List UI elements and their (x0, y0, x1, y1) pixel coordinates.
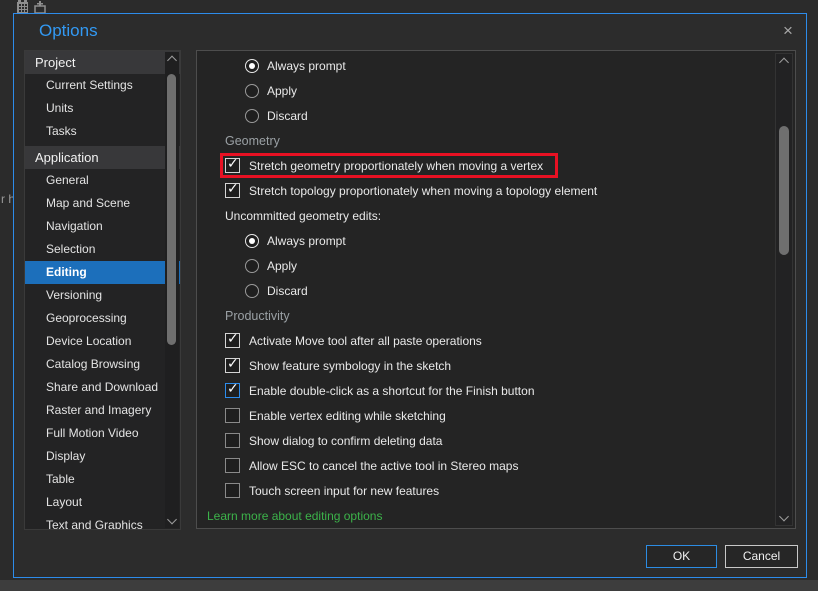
chevron-down-icon[interactable] (167, 514, 177, 525)
section-header-geometry: Geometry (225, 133, 280, 148)
highlight-box: Stretch geometry proportionately when mo… (220, 153, 559, 178)
panel-scrollbar-thumb[interactable] (779, 126, 789, 255)
background-toolbar (16, 0, 47, 13)
sidebar-item-map-and-scene[interactable]: Map and Scene (25, 192, 180, 215)
checkbox-row-allow-esc[interactable]: Allow ESC to cancel the active tool in S… (197, 453, 771, 478)
checkbox-icon[interactable] (225, 483, 240, 498)
background-bottom-strip (0, 580, 818, 591)
panel-scrollbar[interactable] (775, 53, 793, 526)
radio-label: Discard (267, 108, 308, 123)
checkbox-row-show-confirm-dialog[interactable]: Show dialog to confirm deleting data (197, 428, 771, 453)
checkbox-row-activate-move-tool[interactable]: Activate Move tool after all paste opera… (197, 328, 771, 353)
sidebar-item-share-and-download[interactable]: Share and Download (25, 376, 180, 399)
checkbox-label: Stretch geometry proportionately when mo… (249, 158, 544, 173)
sidebar-item-current-settings[interactable]: Current Settings (25, 74, 180, 97)
radio-top-always-prompt[interactable]: Always prompt (197, 53, 771, 78)
checkbox-row-show-feature-symbology[interactable]: Show feature symbology in the sketch (197, 353, 771, 378)
sidebar-item-catalog-browsing[interactable]: Catalog Browsing (25, 353, 180, 376)
radio-icon[interactable] (245, 233, 259, 248)
sidebar-item-table[interactable]: Table (25, 468, 180, 491)
ok-button[interactable]: OK (646, 545, 717, 568)
checkbox-label: Show dialog to confirm deleting data (249, 433, 443, 448)
radio-uncommitted-apply[interactable]: Apply (197, 253, 771, 278)
radio-icon[interactable] (245, 283, 259, 298)
radio-label: Apply (267, 83, 298, 98)
checkbox-row-enable-double-click[interactable]: Enable double-click as a shortcut for th… (197, 378, 771, 403)
checkbox-icon[interactable] (225, 433, 240, 448)
checkbox-row-enable-vertex-editing[interactable]: Enable vertex editing while sketching (197, 403, 771, 428)
sidebar-item-display[interactable]: Display (25, 445, 180, 468)
radio-icon[interactable] (245, 258, 259, 273)
checkbox-label: Allow ESC to cancel the active tool in S… (249, 458, 519, 473)
checkbox-row-stretch-geometry[interactable]: Stretch geometry proportionately when mo… (197, 153, 771, 178)
checkbox-label: Enable double-click as a shortcut for th… (249, 383, 535, 398)
checkbox-row-stretch-topology[interactable]: Stretch topology proportionately when mo… (197, 178, 771, 203)
checkbox-icon[interactable] (225, 181, 240, 198)
sidebar-item-layout[interactable]: Layout (25, 491, 180, 514)
sidebar-item-tasks[interactable]: Tasks (25, 120, 180, 143)
checkbox-label: Touch screen input for new features (249, 483, 440, 498)
sidebar-item-editing[interactable]: Editing (25, 261, 180, 284)
sidebar-scrollbar-thumb[interactable] (167, 74, 176, 345)
learn-more-link[interactable]: Learn more about editing options (207, 509, 382, 523)
checkbox-icon[interactable] (225, 356, 240, 373)
radio-icon[interactable] (245, 58, 259, 73)
close-icon[interactable]: × (777, 20, 799, 42)
sidebar-item-raster-and-imagery[interactable]: Raster and Imagery (25, 399, 180, 422)
dialog-title: Options (39, 21, 98, 40)
checkbox-icon[interactable] (225, 458, 240, 473)
uncommitted-edits-label: Uncommitted geometry edits: (225, 208, 382, 223)
sidebar-scrollbar[interactable] (165, 52, 179, 528)
radio-label: Discard (267, 283, 308, 298)
checkbox-label: Enable vertex editing while sketching (249, 408, 446, 423)
sidebar-item-device-location[interactable]: Device Location (25, 330, 180, 353)
chevron-up-icon[interactable] (779, 57, 789, 68)
checkbox-label: Stretch topology proportionately when mo… (249, 183, 598, 198)
building-grid-icon (17, 0, 28, 13)
checkbox-icon[interactable] (225, 408, 240, 423)
sidebar-item-selection[interactable]: Selection (25, 238, 180, 261)
radio-icon[interactable] (245, 108, 259, 123)
checkbox-icon[interactable] (225, 156, 240, 173)
sidebar-item-versioning[interactable]: Versioning (25, 284, 180, 307)
sidebar-item-navigation[interactable]: Navigation (25, 215, 180, 238)
sidebar-item-full-motion-video[interactable]: Full Motion Video (25, 422, 180, 445)
checkbox-label: Activate Move tool after all paste opera… (249, 333, 482, 348)
sidebar-item-text-and-graphics[interactable]: Text and Graphics (25, 514, 180, 529)
options-dialog: Options × Project Current Settings Units… (13, 13, 807, 578)
radio-top-apply[interactable]: Apply (197, 78, 771, 103)
radio-label: Always prompt (267, 233, 346, 248)
checkbox-icon[interactable] (225, 331, 240, 348)
section-header-productivity: Productivity (225, 308, 290, 323)
radio-label: Apply (267, 258, 298, 273)
sidebar: Project Current Settings Units Tasks App… (24, 50, 181, 530)
device-icon (34, 1, 46, 13)
checkbox-icon[interactable] (225, 381, 240, 398)
radio-label: Always prompt (267, 58, 346, 73)
radio-uncommitted-always-prompt[interactable]: Always prompt (197, 228, 771, 253)
sidebar-item-units[interactable]: Units (25, 97, 180, 120)
settings-panel: Always prompt Apply Discard Geometry Str… (196, 50, 796, 529)
chevron-up-icon[interactable] (167, 55, 177, 66)
cancel-button[interactable]: Cancel (725, 545, 798, 568)
checkbox-row-touch-screen-input[interactable]: Touch screen input for new features (197, 478, 771, 503)
radio-top-discard[interactable]: Discard (197, 103, 771, 128)
sidebar-group-project: Project (25, 51, 180, 74)
radio-icon[interactable] (245, 83, 259, 98)
sidebar-group-application: Application (25, 146, 180, 169)
sidebar-item-geoprocessing[interactable]: Geoprocessing (25, 307, 180, 330)
checkbox-label: Show feature symbology in the sketch (249, 358, 452, 373)
sidebar-item-general[interactable]: General (25, 169, 180, 192)
radio-uncommitted-discard[interactable]: Discard (197, 278, 771, 303)
chevron-down-icon[interactable] (779, 511, 789, 522)
